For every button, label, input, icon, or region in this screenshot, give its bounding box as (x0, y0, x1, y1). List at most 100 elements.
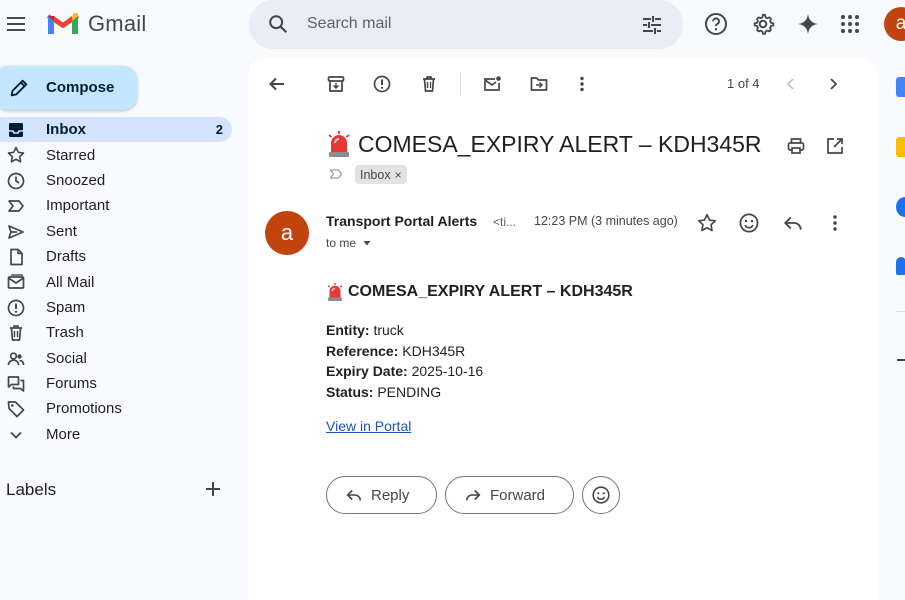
chevron-down-icon (6, 425, 26, 445)
keep-app-icon[interactable] (896, 137, 905, 157)
message-more-vert-icon[interactable] (824, 212, 846, 234)
view-in-portal-link[interactable]: View in Portal (326, 418, 411, 434)
sidebar-item-label: Inbox (46, 121, 86, 139)
back-arrow-icon[interactable] (267, 74, 287, 94)
report-spam-icon[interactable] (372, 74, 392, 94)
sidebar-item-snoozed[interactable]: Snoozed (0, 168, 232, 193)
reply-button[interactable]: Reply (326, 476, 437, 514)
contacts-app-icon[interactable] (896, 257, 905, 275)
settings-gear-icon[interactable] (751, 12, 775, 36)
sender-avatar[interactable]: a (265, 211, 309, 255)
siren-emoji-icon (326, 282, 344, 302)
forward-button-label: Forward (490, 486, 546, 504)
pencil-icon (8, 77, 30, 99)
tasks-app-icon[interactable] (896, 197, 905, 217)
field-value: KDH345R (398, 342, 466, 359)
print-icon[interactable] (786, 136, 806, 156)
add-reaction-emoji-icon[interactable] (738, 212, 760, 234)
gmail-logo[interactable]: Gmail (46, 11, 146, 37)
sidebar-item-label: All Mail (46, 273, 95, 291)
field-label: Status: (326, 383, 374, 400)
sidebar-item-all-mail[interactable]: All Mail (0, 269, 232, 294)
draft-icon (6, 247, 26, 267)
sidebar-item-inbox[interactable]: Inbox 2 (0, 117, 232, 143)
sender-email: <ti... (493, 215, 517, 229)
get-addons-plus-icon[interactable] (897, 359, 905, 361)
sidebar-item-sent[interactable]: Sent (0, 219, 232, 244)
open-new-window-icon[interactable] (825, 136, 845, 156)
trash-icon (6, 323, 26, 343)
forum-icon (6, 374, 26, 394)
sidebar-item-label: Social (46, 349, 87, 367)
field-entity: Entity: truck (326, 320, 633, 341)
sidebar-item-promotions[interactable]: Promotions (0, 396, 232, 421)
recipient-text: to me (326, 236, 357, 250)
label-chip-inbox[interactable]: Inbox × (355, 165, 407, 184)
all-mail-icon (6, 272, 26, 292)
react-emoji-button[interactable] (582, 476, 620, 514)
sidebar-item-label: Promotions (46, 400, 122, 418)
top-bar: Gmail a (0, 0, 905, 50)
forward-button[interactable]: Forward (445, 476, 574, 514)
search-options-icon[interactable] (640, 13, 664, 37)
compose-button[interactable]: Compose (0, 66, 137, 110)
message-body: COMESA_EXPIRY ALERT – KDH345R Entity: tr… (326, 282, 633, 436)
message-view: 1 of 4 COMESA_EXPIRY ALERT – KDH345R Inb… (249, 58, 878, 600)
caret-down-icon[interactable] (362, 238, 372, 248)
move-to-icon[interactable] (529, 74, 549, 94)
remove-label-close-icon[interactable]: × (395, 168, 402, 182)
sidebar-item-drafts[interactable]: Drafts (0, 244, 232, 269)
field-status: Status: PENDING (326, 382, 633, 403)
sidebar-item-starred[interactable]: Starred (0, 142, 232, 167)
sidebar-item-label: Trash (46, 324, 84, 342)
help-icon[interactable] (704, 12, 728, 36)
unread-count-badge: 2 (215, 122, 223, 138)
alert-fields: Entity: truck Reference: KDH345R Expiry … (326, 320, 633, 402)
sidebar-item-spam[interactable]: Spam (0, 295, 232, 320)
smiley-emoji-icon (591, 485, 611, 505)
archive-icon[interactable] (326, 74, 346, 94)
forward-arrow-icon (464, 486, 482, 504)
apps-grid-icon[interactable] (838, 12, 862, 36)
importance-marker-icon[interactable] (328, 166, 344, 182)
side-panel-divider (896, 311, 905, 312)
field-label: Entity: (326, 322, 370, 338)
search-bar (249, 0, 683, 49)
sender-name[interactable]: Transport Portal Alerts (326, 213, 477, 229)
sidebar-item-trash[interactable]: Trash (0, 320, 232, 345)
sidebar-item-forums[interactable]: Forums (0, 371, 232, 396)
reply-arrow-icon[interactable] (782, 212, 804, 234)
more-vert-icon[interactable] (572, 74, 592, 94)
sidebar-item-label: Important (46, 197, 110, 215)
newer-chevron-left-icon[interactable] (781, 74, 801, 94)
delete-trash-icon[interactable] (419, 74, 439, 94)
mark-unread-icon[interactable] (482, 74, 502, 94)
field-value: 2025-10-16 (407, 363, 484, 379)
star-message-icon[interactable] (696, 212, 718, 234)
compose-label: Compose (46, 79, 115, 96)
older-chevron-right-icon[interactable] (823, 74, 843, 94)
reply-arrow-icon (345, 486, 363, 504)
body-heading: COMESA_EXPIRY ALERT – KDH345R (326, 282, 633, 302)
labels-heading: Labels (6, 480, 57, 499)
search-input[interactable] (307, 12, 607, 36)
sidebar-item-social[interactable]: Social (0, 346, 232, 371)
account-avatar[interactable]: a (884, 7, 905, 41)
gemini-sparkle-icon[interactable] (796, 12, 820, 36)
add-label-plus-icon[interactable] (203, 479, 223, 499)
search-icon[interactable] (267, 13, 289, 35)
recipient-details[interactable]: to me (326, 236, 372, 250)
app-name: Gmail (88, 11, 147, 36)
sidebar-item-more[interactable]: More (0, 422, 232, 447)
main-menu-icon[interactable] (4, 12, 28, 36)
sidebar-item-label: Starred (46, 146, 96, 164)
inbox-icon (6, 120, 26, 140)
calendar-app-icon[interactable] (896, 77, 905, 97)
side-panel-strip (880, 58, 905, 600)
sidebar-item-important[interactable]: Important (0, 193, 232, 218)
sidebar-item-label: Snoozed (46, 171, 106, 189)
sidebar-item-label: Drafts (46, 248, 87, 266)
sidebar-item-label: Forums (46, 375, 97, 393)
message-timestamp: 12:23 PM (3 minutes ago) (534, 214, 678, 228)
body-heading-text: COMESA_EXPIRY ALERT – KDH345R (348, 283, 633, 300)
